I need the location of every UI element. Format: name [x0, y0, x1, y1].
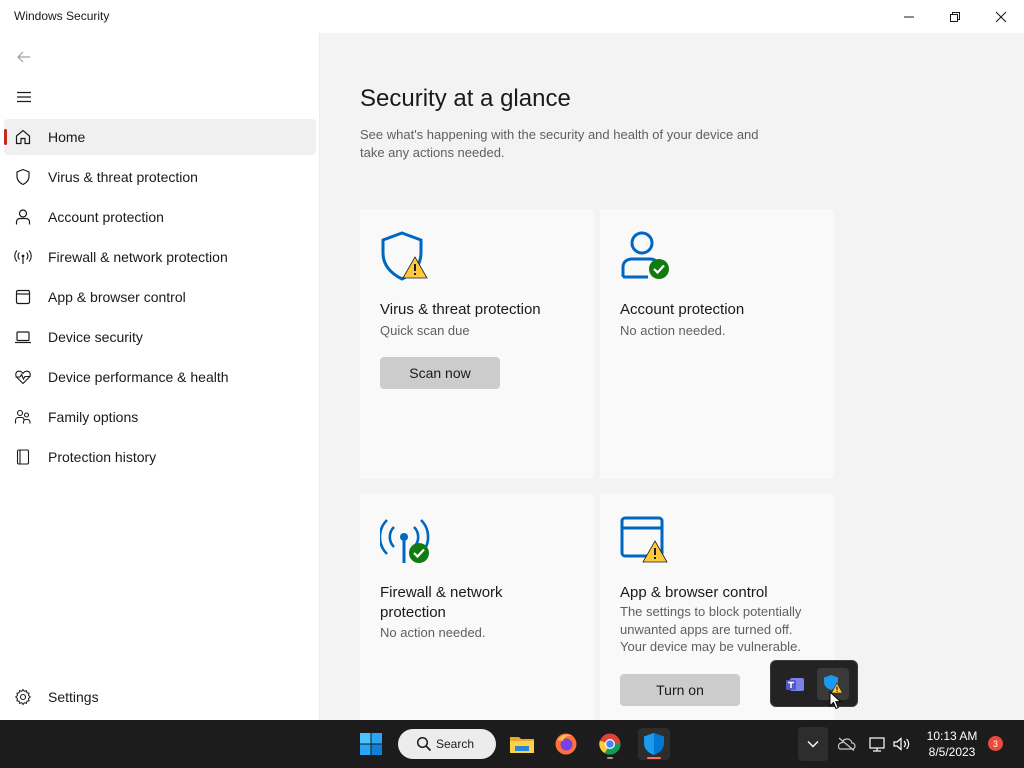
minimize-button[interactable] [886, 0, 932, 33]
history-icon [14, 448, 32, 466]
volume-tray-button[interactable] [890, 728, 914, 760]
running-indicator [607, 757, 613, 759]
sidebar-item-device-security[interactable]: Device security [4, 319, 316, 355]
sidebar-item-protection-history[interactable]: Protection history [4, 439, 316, 475]
browser-window-icon [14, 288, 32, 306]
app-title: Windows Security [14, 9, 110, 23]
back-button[interactable] [12, 45, 36, 69]
gear-icon [14, 688, 32, 706]
family-icon [14, 408, 32, 426]
sidebar-item-account-protection[interactable]: Account protection [4, 199, 316, 235]
title-bar: Windows Security [0, 0, 1024, 33]
network-icon [869, 737, 885, 752]
turn-on-button[interactable]: Turn on [620, 674, 740, 706]
chrome-button[interactable] [594, 728, 626, 760]
onedrive-tray-button[interactable] [834, 728, 858, 760]
teams-tray-button[interactable] [779, 668, 811, 700]
firefox-button[interactable] [550, 728, 582, 760]
main-content: Security at a glance See what's happenin… [321, 33, 1024, 720]
tile-virus-threat-protection[interactable]: Virus & threat protection Quick scan due… [360, 209, 594, 479]
tile-title: Virus & threat protection [380, 301, 541, 318]
tile-status: No action needed. [620, 323, 726, 338]
chevron-down-icon [807, 741, 819, 748]
notification-badge[interactable]: 3 [988, 736, 1003, 751]
clock-time[interactable]: 10:13 AM [924, 729, 980, 743]
person-icon [14, 208, 32, 226]
minimize-icon [904, 16, 914, 17]
shield-icon [14, 168, 32, 186]
laptop-icon [14, 328, 32, 346]
close-button[interactable] [978, 0, 1024, 33]
sidebar-item-app-browser-control[interactable]: App & browser control [4, 279, 316, 315]
taskbar: Search 10:13 AM 8/5/2023 3 [0, 720, 1024, 768]
hamburger-menu-button[interactable] [12, 85, 36, 109]
windows-security-taskbar-button[interactable] [638, 728, 670, 760]
show-hidden-icons-button[interactable] [798, 727, 828, 761]
hamburger-icon [17, 91, 31, 103]
sidebar-item-family-options[interactable]: Family options [4, 399, 316, 435]
cloud-off-icon [837, 737, 856, 751]
sidebar-item-label: Protection history [48, 449, 157, 465]
sidebar-item-label: Family options [48, 409, 139, 425]
browser-window-warning-icon [620, 515, 672, 567]
heart-pulse-icon [14, 368, 32, 386]
folder-icon [510, 737, 534, 753]
sidebar-item-label: Device security [48, 329, 143, 345]
search-icon [416, 736, 432, 752]
sidebar-item-firewall[interactable]: Firewall & network protection [4, 239, 316, 275]
antenna-icon [14, 248, 32, 266]
tile-title: Firewall & network protection [380, 584, 503, 621]
tile-status: The settings to block potentially unwant… [620, 604, 802, 654]
mouse-cursor-icon [829, 691, 842, 710]
chrome-icon [599, 733, 621, 755]
search-label: Search [436, 737, 475, 751]
sidebar-item-label: Firewall & network protection [48, 249, 228, 265]
tile-title: App & browser control [620, 584, 768, 601]
start-button[interactable] [355, 728, 387, 760]
teams-icon [786, 678, 804, 691]
tile-title: Account protection [620, 301, 745, 318]
sidebar-item-label: Home [48, 129, 86, 145]
tile-status: No action needed. [380, 625, 486, 640]
sidebar-item-label: App & browser control [48, 289, 186, 305]
restore-button[interactable] [932, 0, 978, 33]
page-title: Security at a glance [360, 85, 571, 112]
active-indicator [647, 757, 661, 759]
tile-firewall-network-protection[interactable]: Firewall & network protection No action … [360, 493, 594, 720]
tile-account-protection[interactable]: Account protection No action needed. [600, 209, 834, 479]
sidebar-item-settings[interactable]: Settings [4, 679, 316, 715]
scan-now-button[interactable]: Scan now [380, 357, 500, 389]
sidebar-item-home[interactable]: Home [4, 119, 316, 155]
tile-status: Quick scan due [380, 323, 470, 338]
windows-logo-icon [360, 733, 382, 755]
taskbar-search-box[interactable]: Search [398, 729, 496, 759]
sidebar-item-label: Settings [48, 689, 99, 705]
clock-date[interactable]: 8/5/2023 [924, 745, 980, 759]
hidden-icons-flyout [770, 660, 858, 710]
restore-icon [950, 11, 960, 22]
shield-warning-icon [380, 231, 432, 283]
person-check-icon [620, 231, 672, 283]
sidebar-item-label: Device performance & health [48, 369, 229, 385]
sidebar-item-device-performance[interactable]: Device performance & health [4, 359, 316, 395]
antenna-check-icon [378, 515, 432, 567]
home-icon [14, 128, 32, 146]
sidebar-item-label: Virus & threat protection [48, 169, 198, 185]
security-shield-icon [644, 733, 664, 755]
sidebar-item-label: Account protection [48, 209, 164, 225]
page-subtitle: See what's happening with the security a… [360, 127, 759, 160]
close-icon [995, 11, 1007, 22]
firefox-icon [555, 733, 577, 755]
sidebar: Home Virus & threat protection Account p… [0, 33, 320, 720]
sidebar-item-virus-threat-protection[interactable]: Virus & threat protection [4, 159, 316, 195]
speaker-icon [893, 737, 910, 751]
network-tray-button[interactable] [866, 728, 890, 760]
file-explorer-button[interactable] [506, 728, 538, 760]
back-arrow-icon [17, 51, 30, 63]
